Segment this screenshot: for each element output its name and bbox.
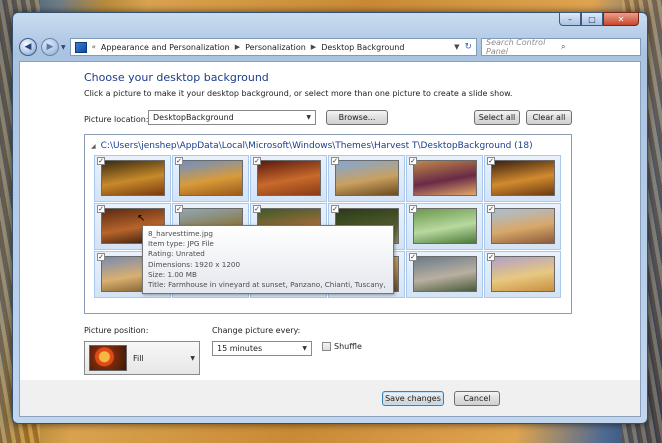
page-title: Choose your desktop background [84,71,269,84]
browse-button[interactable]: Browse... [326,110,388,125]
change-interval-value: 15 minutes [217,344,263,353]
thumbnail-image[interactable] [413,256,477,292]
shuffle-label: Shuffle [334,342,362,351]
thumbnail-item[interactable]: ✓ [328,155,405,202]
thumbnail-item[interactable]: ✓ [406,155,483,202]
tooltip-size: Size: 1.00 MB [148,269,197,279]
thumbnail-checkbox[interactable]: ✓ [253,157,261,165]
cancel-button[interactable]: Cancel [454,391,500,406]
thumbnail-item[interactable]: ✓ [406,203,483,250]
chevron-right-icon[interactable]: ▶ [311,43,316,51]
content-pane: Choose your desktop background Click a p… [19,61,641,417]
select-all-button[interactable]: Select all [474,110,520,125]
search-placeholder: Search Control Panel [486,38,546,56]
breadcrumb-personalization[interactable]: Personalization [245,43,306,52]
thumbnail-item[interactable]: ✓ [172,155,249,202]
thumbnail-item[interactable]: ✓ [406,251,483,298]
thumbnail-checkbox[interactable]: ✓ [409,253,417,261]
thumbnail-item[interactable]: ✓ [484,251,561,298]
minimize-button[interactable]: – [559,12,581,26]
address-bar[interactable]: « Appearance and Personalization ▶ Perso… [69,38,477,56]
thumbnail-image[interactable] [491,160,555,196]
chevron-down-icon: ▼ [190,354,195,362]
thumbnail-checkbox[interactable]: ✓ [175,205,183,213]
thumbnail-checkbox[interactable]: ✓ [253,205,261,213]
address-dropdown-icon[interactable]: ▼ [454,43,459,51]
chevron-down-icon: ▼ [306,114,311,121]
tooltip-rating: Rating: Unrated [148,249,205,259]
mouse-cursor-icon: ↖ [137,213,146,224]
thumbnail-checkbox[interactable]: ✓ [409,205,417,213]
chevron-down-icon: ▼ [302,345,307,352]
footer-bar: Save changes Cancel [20,380,640,416]
close-button[interactable]: ✕ [603,12,639,26]
thumbnail-image[interactable] [101,160,165,196]
forward-arrow-icon[interactable]: ▶ [41,38,59,56]
tooltip-type: Item type: JPG File [148,239,214,249]
tooltip-name: 8_harvesttime.jpg [148,229,213,238]
search-icon[interactable]: ⌕ [561,42,636,52]
thumbnail-image[interactable] [413,208,477,244]
navigation-bar: ◀ ▶ ▼ « Appearance and Personalization ▶… [19,37,641,57]
thumbnail-image[interactable] [335,160,399,196]
position-preview-thumbnail [89,345,127,371]
change-interval-select[interactable]: 15 minutes ▼ [212,341,312,356]
change-picture-label: Change picture every: [212,326,301,335]
thumbnail-checkbox[interactable]: ✓ [487,253,495,261]
tooltip-dimensions: Dimensions: 1920 x 1200 [148,259,241,269]
thumbnail-checkbox[interactable]: ✓ [409,157,417,165]
thumbnail-checkbox[interactable]: ✓ [487,205,495,213]
chevron-right-icon[interactable]: « [92,43,96,51]
thumbnail-image[interactable] [179,160,243,196]
gallery-path: C:\Users\jenshep\AppData\Local\Microsoft… [100,141,533,151]
thumbnail-image[interactable] [491,256,555,292]
thumbnail-item[interactable]: ✓ [250,155,327,202]
picture-location-select[interactable]: DesktopBackground ▼ [148,110,316,125]
clear-all-button[interactable]: Clear all [526,110,572,125]
thumbnail-item[interactable]: ✓ [94,155,171,202]
thumbnail-image[interactable] [257,160,321,196]
caption-buttons: – □ ✕ [559,12,639,26]
picture-position-select[interactable]: Fill ▼ [84,341,200,375]
shuffle-option[interactable]: Shuffle [322,342,362,351]
collapse-triangle-icon[interactable]: ◢ [91,143,96,150]
breadcrumb-desktop-background[interactable]: Desktop Background [321,43,404,52]
breadcrumb-appearance[interactable]: Appearance and Personalization [101,43,230,52]
chevron-right-icon[interactable]: ▶ [235,43,240,51]
thumbnail-checkbox[interactable]: ✓ [175,157,183,165]
thumbnail-checkbox[interactable]: ✓ [487,157,495,165]
thumbnail-item[interactable]: ✓ [484,155,561,202]
control-panel-window: – □ ✕ ◀ ▶ ▼ « Appearance and Personaliza… [12,12,648,424]
thumbnail-checkbox[interactable]: ✓ [97,205,105,213]
search-input[interactable]: Search Control Panel ⌕ [481,38,641,56]
save-changes-button[interactable]: Save changes [382,391,444,406]
thumbnail-item[interactable]: ✓ [484,203,561,250]
page-subtitle: Click a picture to make it your desktop … [84,89,513,98]
recent-pages-dropdown-icon[interactable]: ▼ [61,44,66,51]
shuffle-checkbox[interactable] [322,342,331,351]
picture-location-value: DesktopBackground [153,113,234,122]
thumbnail-checkbox[interactable]: ✓ [97,157,105,165]
picture-location-label: Picture location: [84,115,149,124]
refresh-icon[interactable]: ↻ [464,42,472,52]
tooltip-title: Title: Farmhouse in vineyard at sunset, … [148,280,388,290]
control-panel-icon [74,41,87,53]
picture-position-value: Fill [133,353,144,363]
maximize-button[interactable]: □ [581,12,603,26]
gallery-group-header[interactable]: ◢ C:\Users\jenshep\AppData\Local\Microso… [91,141,533,151]
back-arrow-icon[interactable]: ◀ [19,38,37,56]
thumbnail-tooltip: 8_harvesttime.jpg Item type: JPG File Ra… [142,225,394,294]
thumbnail-checkbox[interactable]: ✓ [331,157,339,165]
thumbnail-image[interactable] [413,160,477,196]
picture-position-label: Picture position: [84,326,149,335]
thumbnail-image[interactable] [491,208,555,244]
thumbnail-checkbox[interactable]: ✓ [97,253,105,261]
thumbnail-checkbox[interactable]: ✓ [331,205,339,213]
